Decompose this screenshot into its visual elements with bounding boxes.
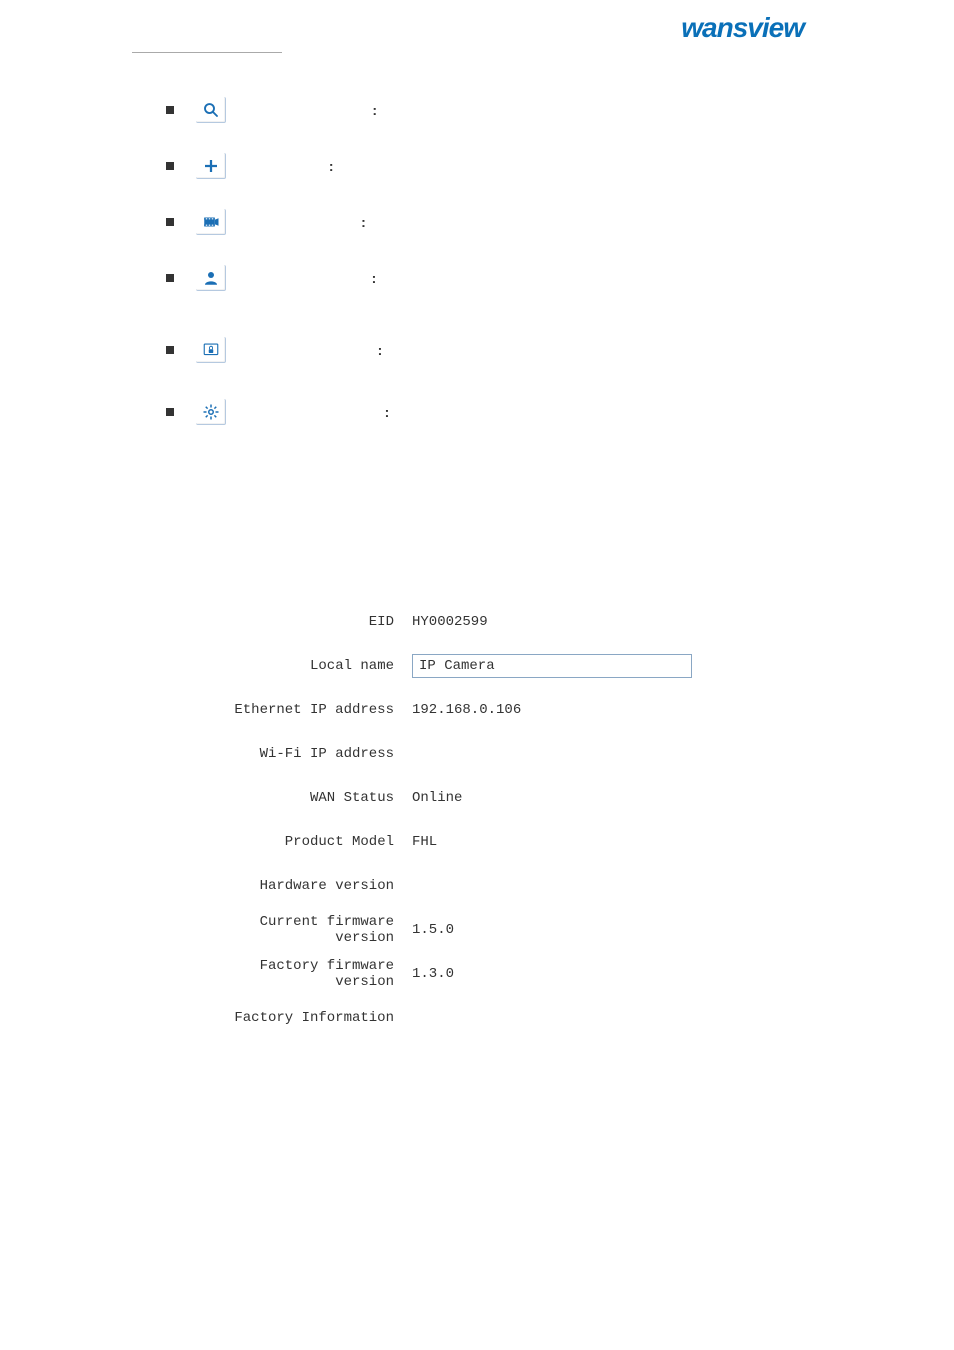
brand-text: wansview [681, 12, 804, 43]
colon: : [372, 102, 377, 118]
colon: : [361, 214, 366, 230]
info-value: HY0002599 [412, 614, 488, 630]
legend-row-search: Search : [166, 94, 866, 126]
bullet-marker [166, 346, 174, 354]
plus-icon[interactable] [196, 153, 226, 179]
legend-row-user: User : [166, 262, 866, 294]
info-row-fac-fw: Factory firmware version 1.3.0 [227, 952, 727, 996]
gear-icon[interactable] [196, 399, 226, 425]
info-label: Ethernet IP address [227, 702, 412, 718]
bullet-marker [166, 106, 174, 114]
info-label: Current firmware version [227, 914, 412, 946]
info-label: Local name [227, 658, 412, 674]
legend-row-lock: Lock : [166, 334, 866, 366]
local-name-input[interactable] [412, 654, 692, 678]
legend-label: Lock [238, 342, 268, 358]
legend-row-settings: Settings : [166, 396, 866, 428]
legend-label: Settings [238, 404, 289, 420]
header-rule [132, 52, 282, 53]
info-row-wan: WAN Status Online [227, 776, 727, 820]
bullet-marker [166, 162, 174, 170]
info-row-model: Product Model FHL [227, 820, 727, 864]
info-row-eid: EID HY0002599 [227, 600, 727, 644]
legend-row-record: Record : [166, 206, 866, 238]
info-label: Product Model [227, 834, 412, 850]
page-number: 19 [0, 1286, 954, 1302]
legend-label: Search [238, 102, 282, 118]
bullet-marker [166, 408, 174, 416]
info-label: Hardware version [227, 878, 412, 894]
legend-row-add: Add : [166, 150, 866, 182]
search-icon[interactable] [196, 97, 226, 123]
colon: : [329, 158, 334, 174]
info-value: 1.5.0 [412, 922, 454, 938]
info-row-wifi-ip: Wi-Fi IP address [227, 732, 727, 776]
icon-legend-list: Search : Add : Record : User : Lock : [166, 94, 866, 452]
info-row-fac-info: Factory Information [227, 996, 727, 1040]
device-info-panel: EID HY0002599 Local name Ethernet IP add… [227, 600, 727, 1040]
lock-screen-icon[interactable] [196, 337, 226, 363]
info-value: FHL [412, 834, 437, 850]
info-row-eth-ip: Ethernet IP address 192.168.0.106 [227, 688, 727, 732]
colon: : [378, 342, 383, 358]
info-value: 1.3.0 [412, 966, 454, 982]
info-label: Factory Information [227, 1010, 412, 1026]
brand-logo: wansview [681, 12, 804, 44]
colon: : [372, 270, 377, 286]
info-row-local-name: Local name [227, 644, 727, 688]
info-label: Factory firmware version [227, 958, 412, 990]
info-label: Wi-Fi IP address [227, 746, 412, 762]
film-icon[interactable] [196, 209, 226, 235]
info-row-cur-fw: Current firmware version 1.5.0 [227, 908, 727, 952]
legend-label: Add [238, 158, 263, 174]
info-value: 192.168.0.106 [412, 702, 521, 718]
section-heading: 4.1 Information [132, 500, 252, 521]
legend-label: Record [238, 214, 283, 230]
info-row-hw: Hardware version [227, 864, 727, 908]
bullet-marker [166, 218, 174, 226]
info-value: Online [412, 790, 462, 806]
info-label: WAN Status [227, 790, 412, 806]
user-icon[interactable] [196, 265, 226, 291]
bullet-marker [166, 274, 174, 282]
legend-label: User [238, 270, 268, 286]
colon: : [385, 404, 390, 420]
info-label: EID [227, 614, 412, 630]
